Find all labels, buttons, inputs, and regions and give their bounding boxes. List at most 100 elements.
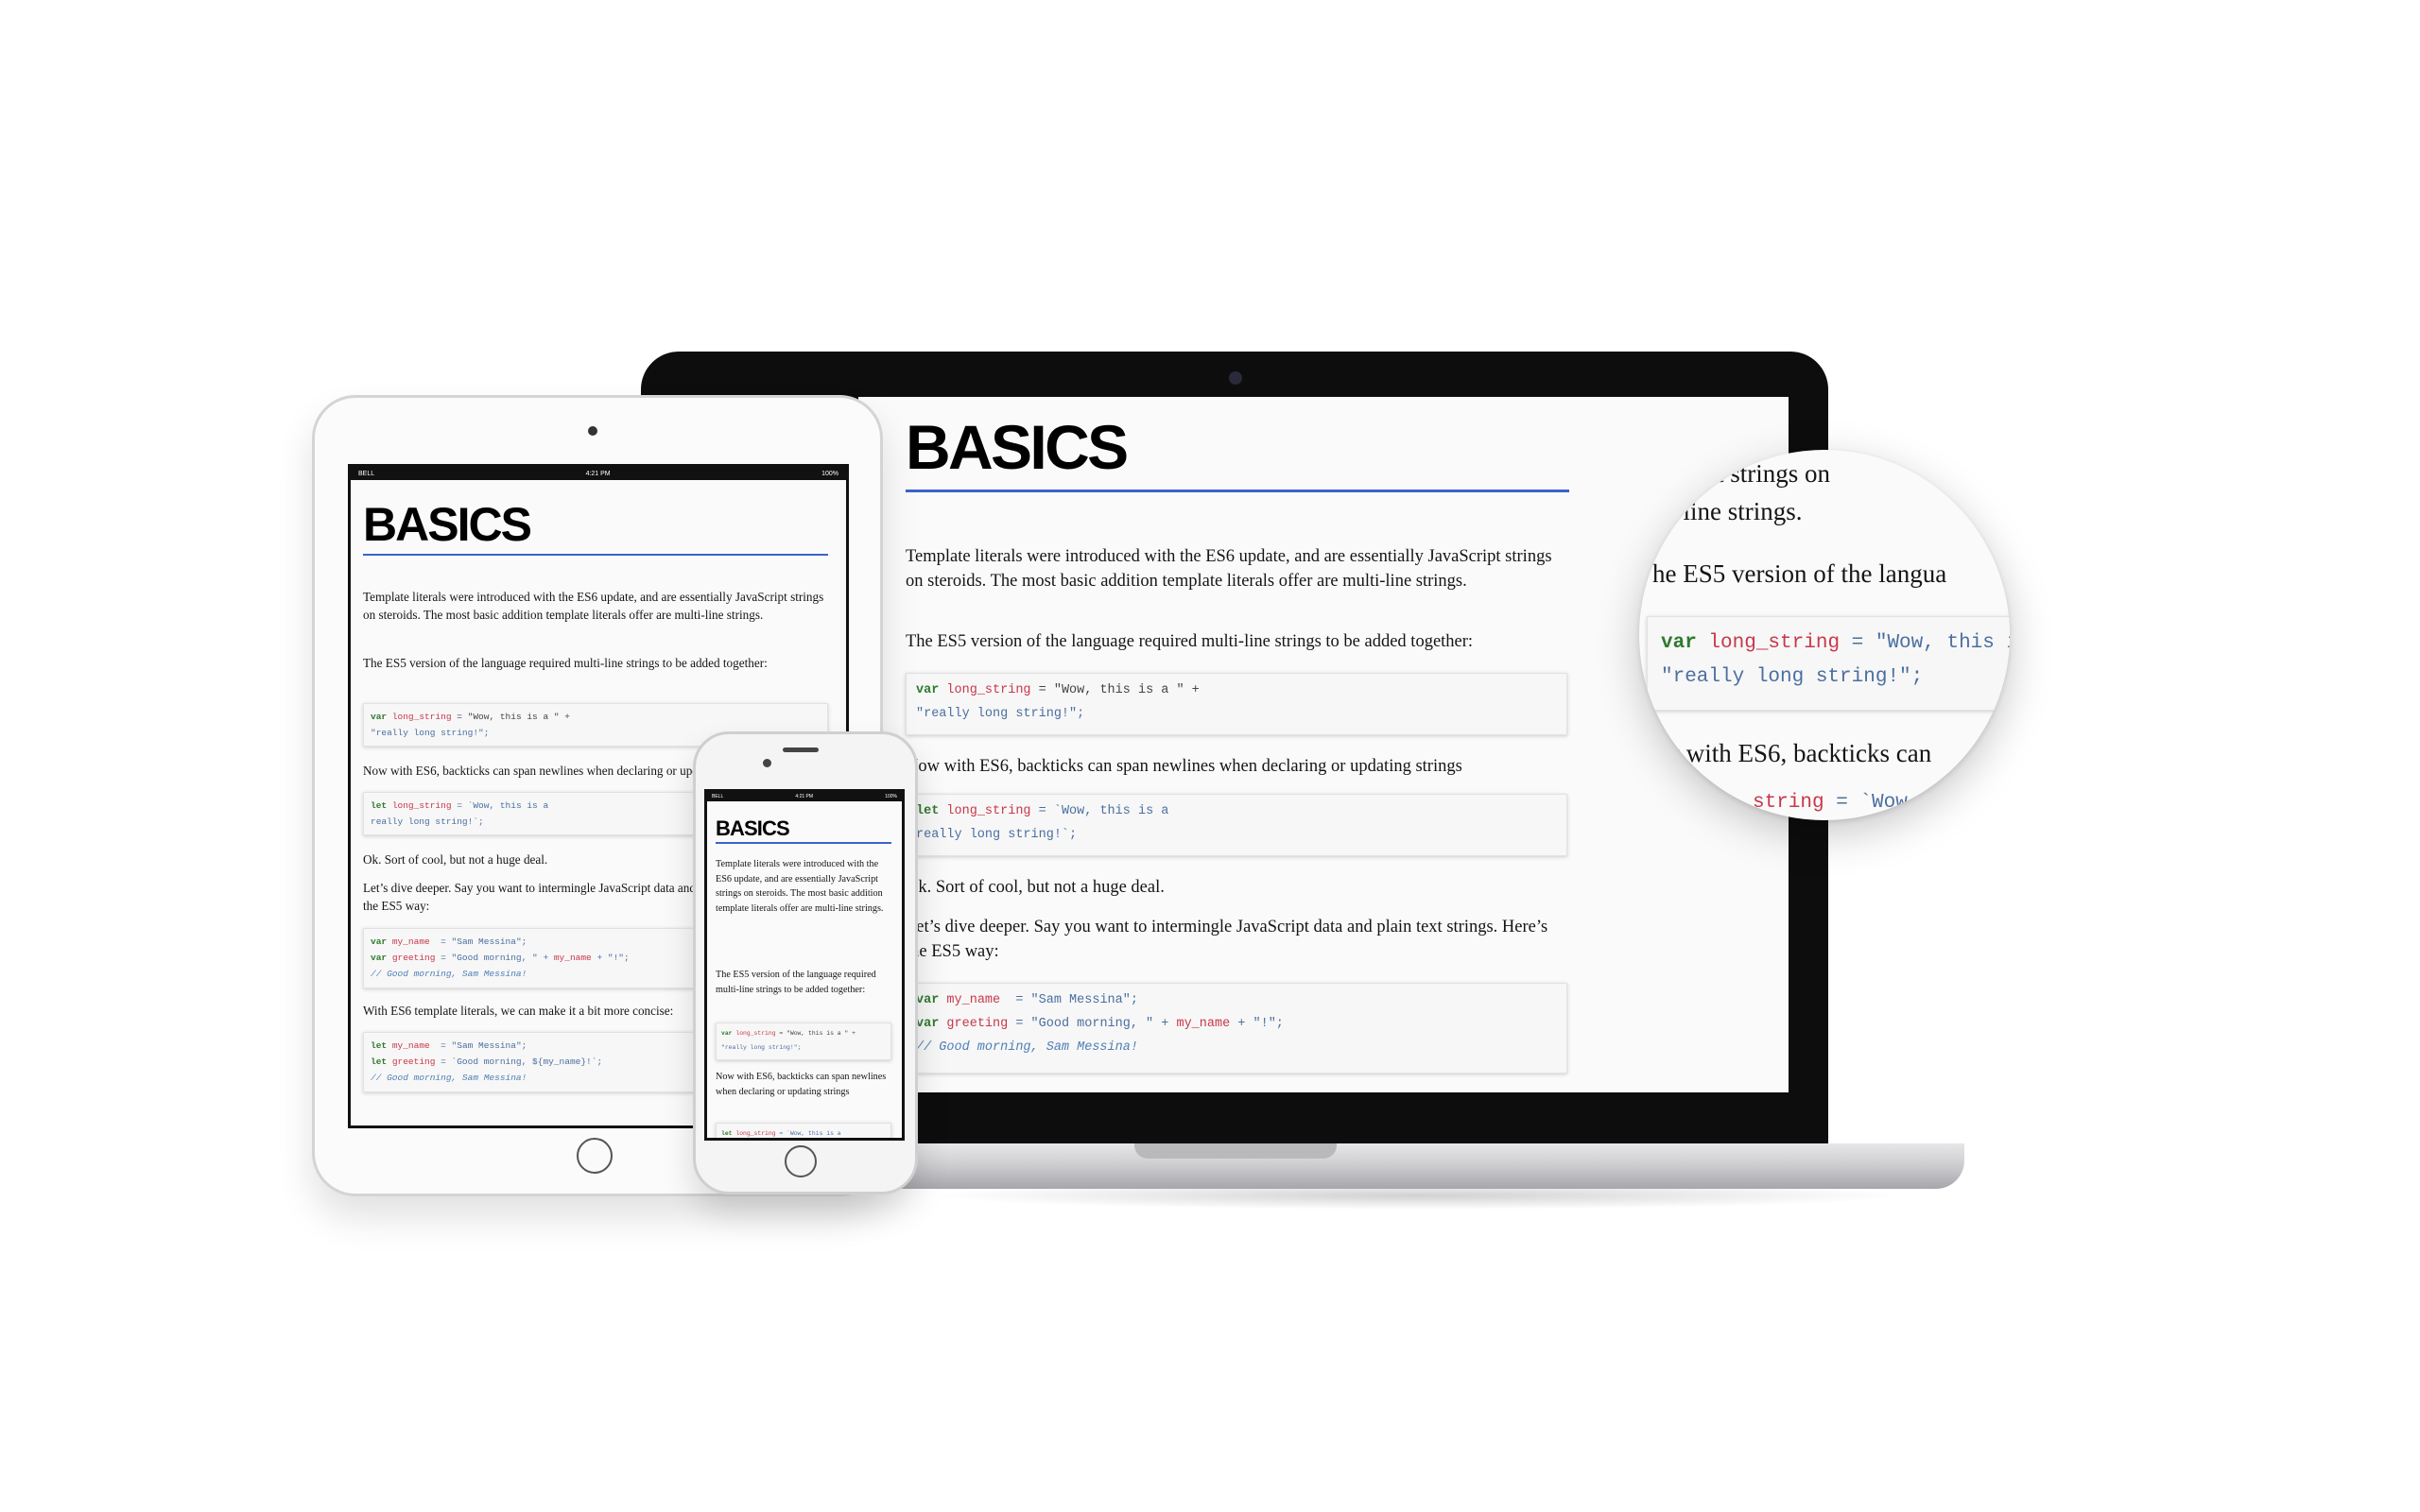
tablet-home-button[interactable]	[577, 1138, 613, 1174]
page-title: BASICS	[716, 816, 790, 840]
phone-camera	[763, 759, 771, 767]
paragraph-es6-backticks: Now with ES6, backticks can span newline…	[716, 1072, 887, 1097]
code-variable: greeting	[391, 953, 436, 963]
code-block-1: var long_string = "Wow, this is a " + "r…	[906, 673, 1567, 735]
phone-status-bar: BELL 4:21 PM 100%	[707, 792, 902, 801]
code-keyword: let	[721, 1130, 733, 1137]
page-title: BASICS	[906, 412, 1129, 482]
code-text: = "Wow, this is a " +	[775, 1030, 856, 1037]
code-string: = `Wow, this is a	[1030, 804, 1169, 818]
code-variable: my_name	[1176, 1017, 1231, 1031]
code-block-2: let long_string = `Wow, this is a really…	[716, 1123, 891, 1138]
magnified-text-line: t strings on	[1717, 459, 1831, 488]
magnified-text-line: i-line strings.	[1668, 497, 1803, 525]
code-keyword: var	[371, 953, 388, 963]
code-variable: my_name	[946, 993, 1001, 1007]
code-variable: long_string	[391, 800, 452, 811]
code-keyword: let	[371, 1057, 388, 1067]
code-keyword: let	[371, 1040, 388, 1051]
code-string: = `Wow, this is a	[775, 1130, 841, 1137]
status-carrier: BELL	[358, 470, 375, 477]
code-string: = "Wow, this is a	[1851, 632, 2010, 654]
paragraph-intro: Template literals were introduced with t…	[716, 859, 884, 914]
phone-home-button[interactable]	[785, 1145, 817, 1177]
code-variable: long_string	[391, 712, 452, 722]
code-comment: // Good morning, Sam Messina!	[916, 1040, 1138, 1055]
code-keyword: var	[371, 712, 388, 722]
title-underline	[363, 554, 828, 556]
phone-speaker	[783, 747, 819, 752]
code-variable: long_string	[946, 683, 1031, 697]
code-string: = "Good morning, " +	[1008, 1017, 1177, 1031]
status-battery: 100%	[885, 794, 897, 799]
magnifier-lens: t strings on i-line strings. he ES5 vers…	[1639, 450, 2010, 820]
tablet-camera	[588, 426, 597, 436]
code-block-3: var my_name = "Sam Messina"; var greetin…	[906, 983, 1567, 1074]
code-block-2: let long_string = `Wow, this is a really…	[906, 794, 1567, 856]
code-variable: long_string	[735, 1030, 776, 1037]
code-string: = "Sam Messina";	[1000, 993, 1138, 1007]
status-battery: 100%	[821, 470, 838, 477]
code-string: = "Sam Messina";	[429, 1040, 527, 1051]
paragraph-dive-deeper: Let’s dive deeper. Say you want to inter…	[906, 918, 1548, 961]
code-string: + "!";	[591, 953, 630, 963]
code-variable: string	[1753, 792, 1824, 814]
laptop-camera	[1229, 371, 1242, 385]
code-string: = "Sam Messina";	[429, 936, 527, 947]
code-keyword: var	[1661, 632, 1697, 654]
paragraph-es5: The ES5 version of the language required…	[716, 970, 876, 995]
code-variable: greeting	[391, 1057, 436, 1067]
code-variable: long_string	[1708, 632, 1841, 654]
page-title: BASICS	[363, 498, 532, 551]
code-string: "really long string!";	[916, 707, 1085, 721]
paragraph-es5: The ES5 version of the language required…	[363, 656, 768, 670]
code-string: = `Good morning, ${my_name}!`;	[435, 1057, 603, 1067]
code-string: really long string!`;	[371, 816, 484, 827]
code-variable: long_string	[735, 1130, 776, 1137]
code-comment: // Good morning, Sam Messina!	[371, 1073, 527, 1083]
code-comment: // Good morning, Sam Messina!	[371, 969, 527, 979]
status-time: 4:21 PM	[585, 470, 611, 477]
code-string: + "!";	[1230, 1017, 1284, 1031]
magnified-text-line: ow with ES6, backticks can	[1649, 739, 1932, 767]
paragraph-intro: Template literals were introduced with t…	[906, 547, 1552, 591]
code-string: = `Wow, this is a	[451, 800, 549, 811]
paragraph-intro: Template literals were introduced with t…	[363, 590, 824, 622]
phone-article: BASICS Template literals were introduced…	[707, 801, 902, 1138]
tablet-status-bar: BELL 4:21 PM 100%	[351, 467, 846, 480]
code-keyword: var	[916, 683, 940, 697]
code-text: = "Wow, this is a " +	[451, 712, 570, 722]
code-keyword: let	[916, 804, 940, 818]
code-string: really long string!`;	[916, 828, 1078, 842]
phone-screen: BELL 4:21 PM 100% BASICS Template litera…	[704, 789, 905, 1141]
magnified-code-block: var long_string = "Wow, this is a "reall…	[1647, 616, 2010, 711]
code-string: "really long string!";	[1661, 666, 1924, 688]
code-keyword: var	[371, 936, 388, 947]
code-keyword: var	[721, 1030, 733, 1037]
code-keyword: var	[916, 1017, 940, 1031]
code-variable: my_name	[391, 1040, 430, 1051]
paragraph-es5: The ES5 version of the language required…	[906, 632, 1474, 651]
code-string: = `Wow	[1824, 792, 1908, 814]
code-text: = "Wow, this is a " +	[1030, 683, 1200, 697]
title-underline	[906, 490, 1569, 492]
paragraph-es6-backticks: Now with ES6, backticks can span newline…	[906, 757, 1462, 776]
code-keyword: let	[371, 800, 388, 811]
laptop-hinge-notch	[1134, 1143, 1337, 1159]
code-keyword: var	[916, 993, 940, 1007]
code-string: = "Good morning, " +	[435, 953, 554, 963]
magnified-text-line: he ES5 version of the langua	[1652, 559, 1947, 588]
code-variable: greeting	[946, 1017, 1009, 1031]
status-time: 4:21 PM	[795, 794, 814, 799]
code-string: "really long string!";	[721, 1044, 802, 1051]
paragraph-ok: Ok. Sort of cool, but not a huge deal.	[906, 878, 1165, 897]
code-block-1: var long_string = "Wow, this is a " + "r…	[716, 1022, 891, 1060]
magnified-code-fragment: string = `Wow	[1753, 792, 1908, 814]
code-variable: long_string	[946, 804, 1031, 818]
status-carrier: BELL	[712, 794, 724, 799]
code-variable: my_name	[553, 953, 592, 963]
code-variable: my_name	[391, 936, 430, 947]
code-string: "really long string!";	[371, 728, 490, 738]
title-underline	[716, 842, 891, 844]
laptop-base	[856, 1143, 1964, 1189]
